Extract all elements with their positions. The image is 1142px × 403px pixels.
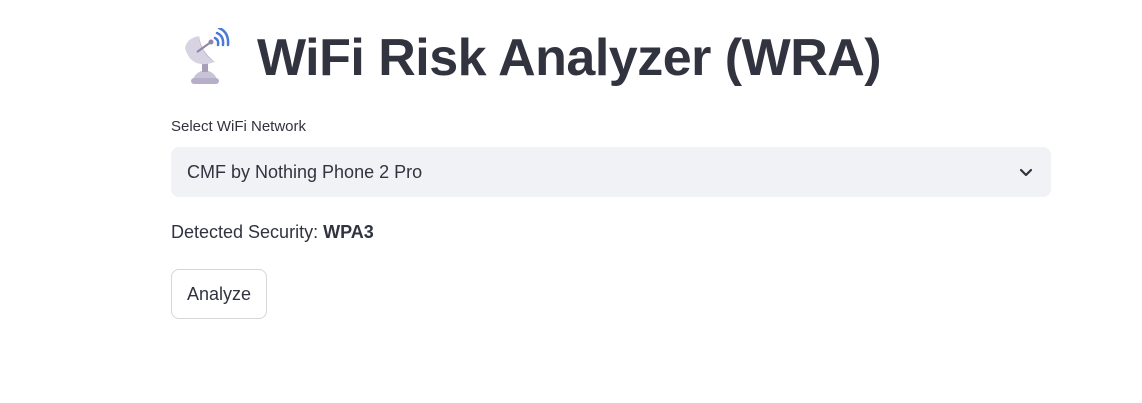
analyze-button[interactable]: Analyze	[171, 269, 267, 319]
network-select[interactable]: CMF by Nothing Phone 2 Pro	[171, 147, 1051, 197]
security-label: Detected Security:	[171, 222, 319, 242]
network-select-label: Select WiFi Network	[171, 118, 307, 135]
chevron-down-icon[interactable]	[1017, 163, 1035, 181]
page-title: WiFi Risk Analyzer (WRA)	[257, 29, 882, 87]
detected-security: Detected Security: WPA3	[171, 222, 374, 243]
security-value: WPA3	[323, 222, 374, 242]
network-select-value: CMF by Nothing Phone 2 Pro	[187, 161, 423, 182]
satellite-antenna-icon	[181, 26, 235, 88]
page-header: WiFi Risk Analyzer (WRA)	[181, 26, 882, 90]
